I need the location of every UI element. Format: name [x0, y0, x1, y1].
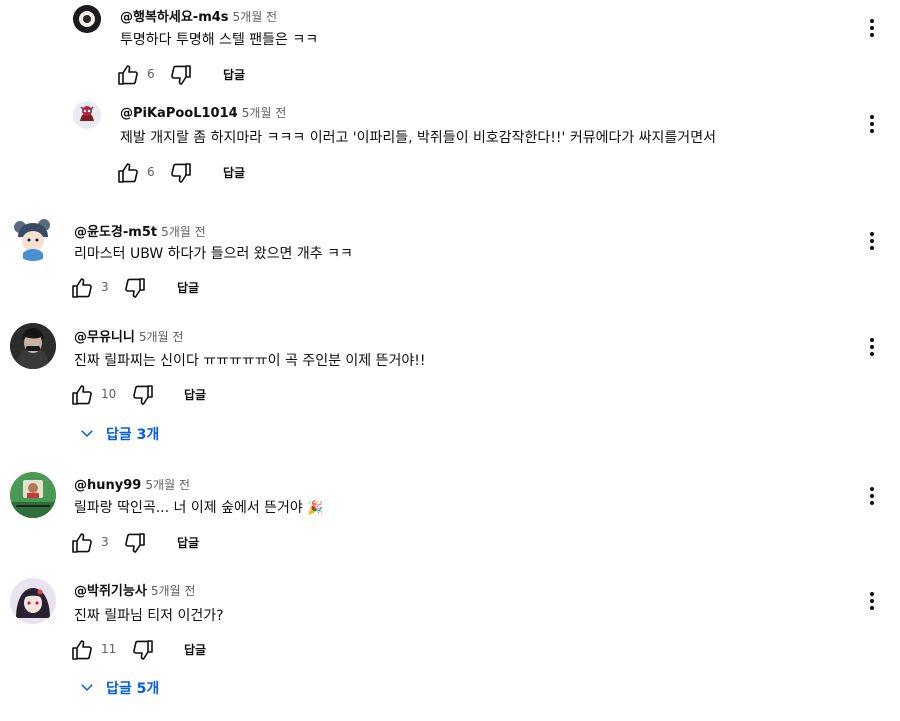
- comment-author[interactable]: @huny99: [74, 478, 141, 493]
- like-count: 11: [101, 642, 117, 656]
- comment-author[interactable]: @PiKaPooL1014: [120, 106, 238, 121]
- comment-actions: 3 답글: [70, 276, 230, 300]
- comment-author[interactable]: @무유니니: [74, 330, 135, 345]
- comment-time[interactable]: 5개월 전: [151, 584, 196, 598]
- comment-time[interactable]: 5개월 전: [242, 106, 287, 120]
- chevron-down-icon: [81, 684, 93, 692]
- reply-comment: @행복하세요-m4s 5개월 전 투명하다 투명해 스텔 팬들은 ㅋㅋ 6 답글: [0, 0, 900, 95]
- replies-count-label: 답글 5개: [106, 681, 160, 697]
- like-count: 3: [101, 280, 109, 294]
- comment-thread: @박쥐기능사 5개월 전 진짜 릴파님 티저 이건가? 11 답글 답글 5개: [0, 573, 900, 721]
- party-popper-emoji: 🎉: [307, 501, 324, 516]
- avatar[interactable]: [73, 101, 101, 129]
- comment-text: 진짜 릴파찌는 신이다 ㅠㅠㅠㅠㅠ이 곡 주인분 이제 뜬거야!!: [74, 353, 426, 369]
- avatar[interactable]: [10, 472, 56, 518]
- comment-thread: @무유니니 5개월 전 진짜 릴파찌는 신이다 ㅠㅠㅠㅠㅠ이 곡 주인분 이제 뜬…: [0, 318, 900, 458]
- thumb-down-icon[interactable]: [169, 161, 193, 185]
- thumb-down-icon[interactable]: [131, 638, 155, 662]
- comment-actions: 3 답글: [70, 531, 230, 555]
- show-replies-button[interactable]: 답글 3개: [78, 424, 159, 446]
- comment-actions: 11 답글: [70, 638, 230, 662]
- reply-button[interactable]: 답글: [184, 641, 206, 658]
- comment-thread: @huny99 5개월 전 릴파랑 딱인곡... 너 이제 숲에서 뜬거야 🎉 3…: [0, 466, 900, 566]
- comment-time[interactable]: 5개월 전: [139, 330, 184, 344]
- more-vert-icon[interactable]: [860, 16, 884, 40]
- avatar[interactable]: [10, 215, 56, 261]
- reply-button[interactable]: 답글: [177, 279, 199, 296]
- comment-text: 진짜 릴파님 티저 이건가?: [74, 608, 224, 624]
- more-vert-icon[interactable]: [860, 229, 884, 253]
- comment-actions: 6 답글: [116, 161, 276, 185]
- replies-count-label: 답글 3개: [106, 427, 160, 443]
- comment-time[interactable]: 5개월 전: [161, 225, 206, 239]
- comment-actions: 10 답글: [70, 383, 230, 407]
- thumb-down-icon[interactable]: [123, 531, 147, 555]
- thumb-down-icon[interactable]: [169, 63, 193, 87]
- more-vert-icon[interactable]: [860, 589, 884, 613]
- reply-comment: @PiKaPooL1014 5개월 전 제발 개지랄 좀 하지마라 ㅋㅋㅋ 이러고…: [0, 95, 900, 195]
- comment-thread: @윤도경-m5t 5개월 전 리마스터 UBW 하다가 들으러 왔으면 개추 ㅋㅋ…: [0, 210, 900, 310]
- more-vert-icon[interactable]: [860, 484, 884, 508]
- thumb-down-icon[interactable]: [131, 383, 155, 407]
- comment-actions: 6 답글: [116, 63, 276, 87]
- thumb-up-icon[interactable]: [116, 161, 140, 185]
- chevron-down-icon: [81, 430, 93, 438]
- avatar[interactable]: [73, 5, 101, 33]
- reply-button[interactable]: 답글: [223, 164, 245, 181]
- comment-author[interactable]: @행복하세요-m4s: [120, 10, 229, 25]
- more-vert-icon[interactable]: [860, 335, 884, 359]
- reply-button[interactable]: 답글: [177, 534, 199, 551]
- comment-author[interactable]: @윤도경-m5t: [74, 225, 157, 240]
- comment-text-body: 릴파랑 딱인곡... 너 이제 숲에서 뜬거야: [74, 500, 303, 516]
- thumb-up-icon[interactable]: [70, 383, 94, 407]
- comment-text: 리마스터 UBW 하다가 들으러 왔으면 개추 ㅋㅋ: [74, 246, 353, 262]
- avatar[interactable]: [10, 578, 56, 624]
- show-replies-button[interactable]: 답글 5개: [78, 678, 159, 700]
- avatar[interactable]: [10, 323, 56, 369]
- like-count: 6: [147, 165, 155, 179]
- comment-text: 제발 개지랄 좀 하지마라 ㅋㅋㅋ 이러고 '이파리들, 박쥐들이 비호감작한다…: [120, 130, 716, 146]
- comment-text: 투명하다 투명해 스텔 팬들은 ㅋㅋ: [120, 32, 319, 48]
- reply-button[interactable]: 답글: [223, 66, 245, 83]
- comment-time[interactable]: 5개월 전: [145, 478, 190, 492]
- thumb-up-icon[interactable]: [70, 276, 94, 300]
- like-count: 10: [101, 387, 117, 401]
- thumb-down-icon[interactable]: [123, 276, 147, 300]
- comment-author[interactable]: @박쥐기능사: [74, 584, 147, 599]
- comment-text: 릴파랑 딱인곡... 너 이제 숲에서 뜬거야 🎉: [74, 498, 323, 519]
- more-vert-icon[interactable]: [860, 112, 884, 136]
- like-count: 6: [147, 67, 155, 81]
- thumb-up-icon[interactable]: [70, 638, 94, 662]
- reply-button[interactable]: 답글: [184, 386, 206, 403]
- comment-time[interactable]: 5개월 전: [233, 10, 278, 24]
- thumb-up-icon[interactable]: [116, 63, 140, 87]
- thumb-up-icon[interactable]: [70, 531, 94, 555]
- like-count: 3: [101, 535, 109, 549]
